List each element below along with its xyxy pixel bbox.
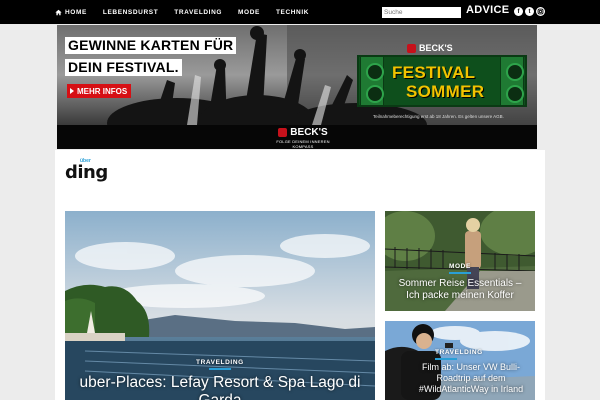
- becks-badge: BECK'S: [407, 43, 453, 54]
- speaker-icon: [360, 56, 384, 106]
- category-badge[interactable]: TRAVELDING: [435, 349, 483, 356]
- becks-logo: BECK'S FOLGE DEINEM INNEREN KOMPASS: [268, 127, 338, 149]
- post-card[interactable]: TRAVELDING Film ab: Unser VW Bulli-Roadt…: [385, 321, 535, 400]
- instagram-icon[interactable]: [536, 7, 545, 16]
- nav-item-lebensdurst[interactable]: LEBENSDURST: [103, 9, 158, 16]
- becks-key-icon: [407, 44, 416, 54]
- ad-banner[interactable]: GEWINNE KARTEN FÜR DEIN FESTIVAL. MEHR I…: [57, 25, 537, 149]
- becks-badge-label: BECK'S: [419, 43, 453, 53]
- becks-key-icon: [278, 128, 288, 137]
- category-underline: [209, 368, 231, 370]
- category-underline: [435, 358, 457, 360]
- post-card[interactable]: MODE Sommer Reise Essentials – Ich packe…: [385, 211, 535, 311]
- main-nav: HOME LEBENSDURST TRAVELDING MODE TECHNIK: [55, 0, 325, 24]
- festival-title-line2: SOMMER: [406, 82, 485, 101]
- nav-item-home[interactable]: HOME: [55, 9, 87, 16]
- category-badge[interactable]: MODE: [449, 263, 471, 270]
- search-input[interactable]: [382, 7, 461, 18]
- festival-title-line1: FESTIVAL: [392, 63, 476, 82]
- becks-tagline: FOLGE DEINEM INNEREN KOMPASS: [276, 139, 330, 149]
- nav-item-technik[interactable]: TECHNIK: [276, 9, 309, 16]
- banner-headline-line1: GEWINNE KARTEN FÜR: [65, 37, 237, 54]
- site-logo[interactable]: über ding: [65, 157, 117, 185]
- play-arrow-icon: [70, 88, 74, 94]
- becks-logo-main: BECK'S: [268, 127, 338, 138]
- more-info-button[interactable]: MEHR INFOS: [67, 84, 132, 98]
- nav-item-label: LEBENSDURST: [102, 8, 159, 16]
- twitter-icon[interactable]: t: [525, 7, 534, 16]
- lake-resort-photo: [65, 211, 375, 400]
- nav-item-travelding[interactable]: TRAVELDING: [174, 9, 222, 16]
- category-underline: [449, 272, 471, 274]
- post-title[interactable]: uber-Places: Lefay Resort & Spa Lago di …: [65, 374, 375, 400]
- nav-item-label: HOME: [65, 8, 87, 16]
- post-title[interactable]: Sommer Reise Essentials – Ich packe mein…: [385, 278, 535, 302]
- nav-item-label: MODE: [238, 8, 260, 16]
- banner-disclaimer: Teilnahmeberechtigung erst ab 18 Jahren.…: [373, 114, 504, 119]
- top-nav-bar: HOME LEBENSDURST TRAVELDING MODE TECHNIK…: [0, 0, 600, 24]
- nav-item-label: TRAVELDING: [174, 8, 223, 16]
- post-title[interactable]: Film ab: Unser VW Bulli-Roadtrip auf dem…: [407, 362, 535, 395]
- category-badge[interactable]: TRAVELDING: [196, 359, 244, 366]
- speaker-icon: [500, 56, 524, 106]
- banner-headline-line2: DEIN FESTIVAL.: [65, 59, 182, 76]
- featured-post-card[interactable]: TRAVELDING uber-Places: Lefay Resort & S…: [65, 211, 375, 400]
- site-header: über ding: [55, 150, 545, 192]
- home-icon: [55, 9, 62, 15]
- more-info-label: MEHR INFOS: [77, 86, 128, 96]
- advice-brand-link[interactable]: ADVICE: [466, 4, 509, 16]
- logo-text: ding: [65, 162, 108, 183]
- instagram-glyph: [537, 8, 544, 15]
- becks-logo-label: BECK'S: [290, 127, 328, 138]
- nav-item-label: TECHNIK: [275, 8, 310, 16]
- facebook-icon[interactable]: f: [514, 7, 523, 16]
- nav-item-mode[interactable]: MODE: [238, 9, 260, 16]
